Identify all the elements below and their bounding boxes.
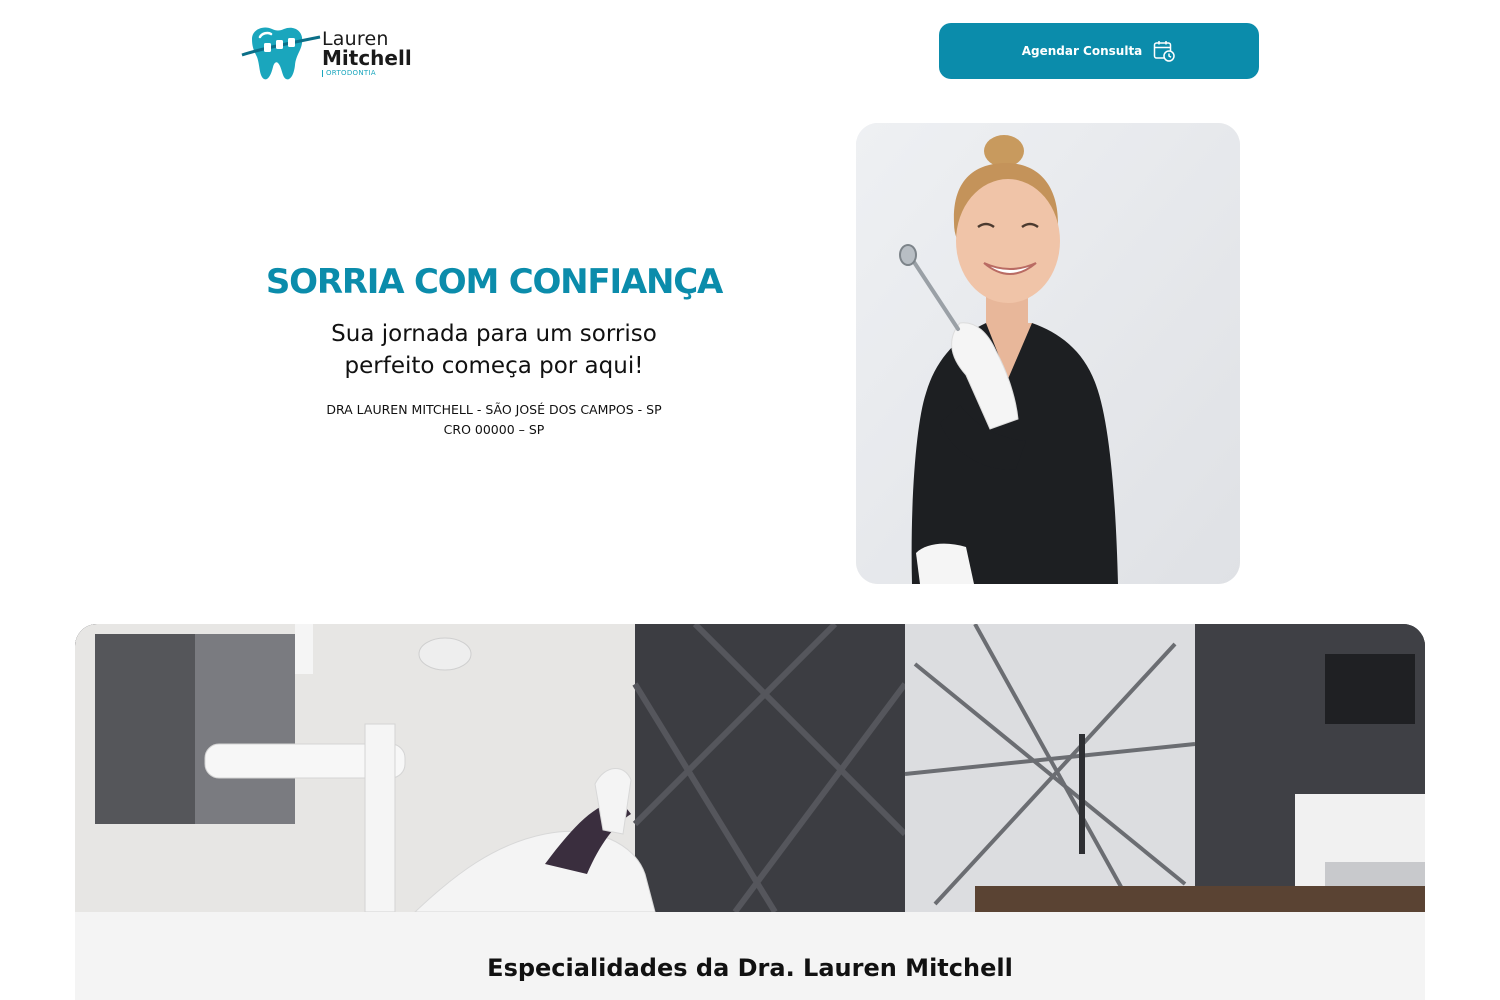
doctor-photo [856, 123, 1240, 584]
logo-name-last: Mitchell [322, 45, 412, 70]
schedule-appointment-label: Agendar Consulta [1021, 44, 1143, 58]
logo-text: Lauren Mitchell ORTODONTIA [322, 29, 412, 77]
hero-subtitle-line-1: Sua jornada para um sorriso [331, 321, 657, 347]
specialties-section: Especialidades da Dra. Lauren Mitchell [75, 912, 1425, 1000]
hero-meta: DRA LAUREN MITCHELL - SÃO JOSÉ DOS CAMPO… [230, 400, 758, 440]
logo-tagline: ORTODONTIA [322, 69, 412, 77]
specialties-title: Especialidades da Dra. Lauren Mitchell [75, 954, 1425, 982]
doctor-location: DRA LAUREN MITCHELL - SÃO JOSÉ DOS CAMPO… [326, 402, 662, 417]
doctor-cro: CRO 00000 – SP [443, 422, 545, 437]
hero-subtitle-line-2: perfeito começa por aqui! [344, 353, 644, 379]
schedule-appointment-button[interactable]: Agendar Consulta [939, 23, 1259, 79]
tooth-braces-logo-icon [241, 27, 321, 80]
hero-text: SORRIA COM CONFIANÇA Sua jornada para um… [230, 262, 758, 440]
specialties-title-prefix: Especialidades da [487, 954, 730, 982]
clinic-interior-image [75, 624, 1425, 912]
calendar-clock-icon [1154, 41, 1176, 62]
logo[interactable]: Lauren Mitchell ORTODONTIA [240, 22, 430, 84]
hero-title: SORRIA COM CONFIANÇA [265, 262, 724, 302]
specialties-title-name: Dra. Lauren Mitchell [737, 954, 1013, 982]
hero-subtitle: Sua jornada para um sorriso perfeito com… [230, 318, 758, 382]
